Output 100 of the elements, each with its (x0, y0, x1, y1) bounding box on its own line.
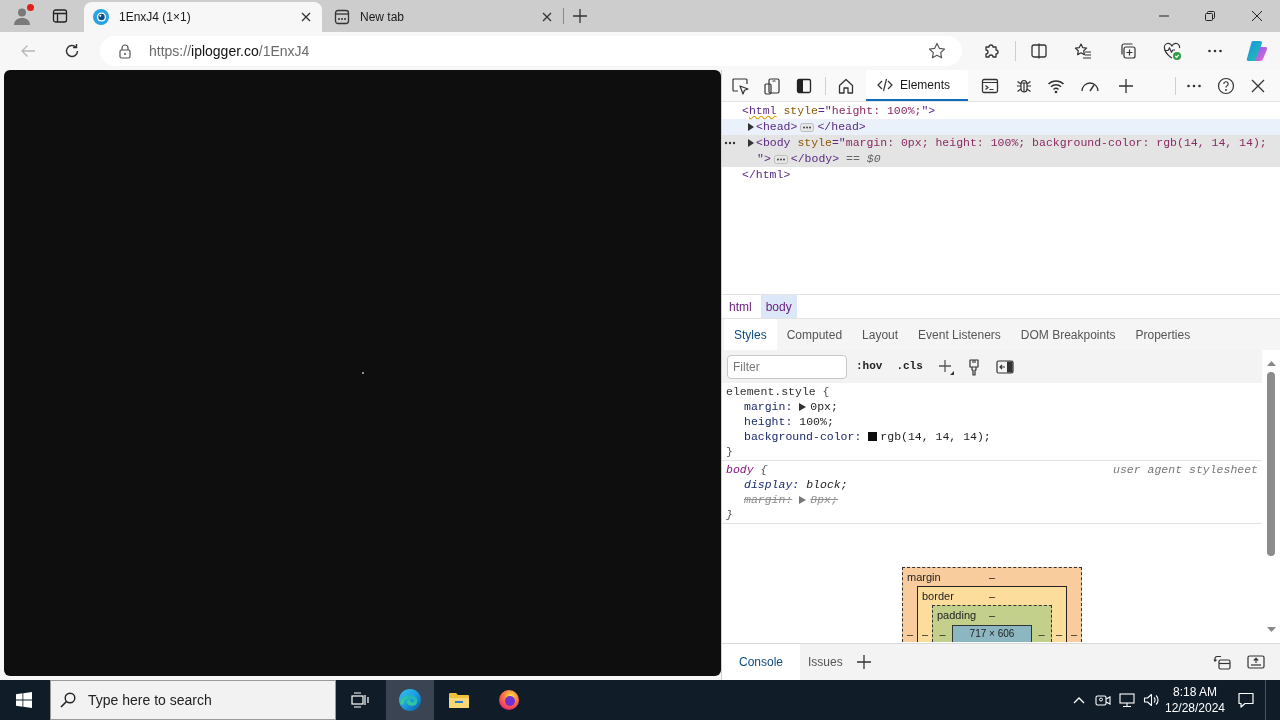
box-model-label: padding (936, 610, 977, 621)
property-name: display: (744, 477, 800, 492)
box-model-value: – (1037, 627, 1046, 642)
expand-triangle-icon[interactable] (747, 123, 755, 131)
inspect-icon[interactable] (731, 76, 749, 95)
dom-tree-row[interactable]: <html style="height: 100%;"> (722, 103, 1280, 119)
box-model-value: – (988, 610, 996, 621)
monitor-icon[interactable] (1119, 692, 1135, 708)
split-screen-icon[interactable] (1030, 42, 1048, 60)
sidebar-tab[interactable]: DOM Breakpoints (1010, 319, 1126, 350)
lock-icon[interactable] (117, 43, 133, 59)
box-model-value: – (988, 571, 996, 583)
rule-selector: element.style { (726, 384, 830, 399)
chevron-up-icon[interactable] (1073, 696, 1085, 704)
browser-tab[interactable]: 1EnxJ4 (1×1) (84, 2, 322, 32)
devices-icon[interactable] (763, 76, 781, 95)
help-icon[interactable] (1217, 76, 1235, 95)
sidebar-tab[interactable]: Styles (724, 319, 777, 350)
new-tab-plus-icon[interactable] (573, 9, 587, 23)
toggle-button[interactable]: :hov (856, 358, 883, 375)
camera-icon[interactable] (1095, 692, 1111, 708)
sidebar-tab[interactable]: Properties (1125, 319, 1201, 350)
terminal-icon[interactable] (981, 76, 999, 95)
box-model-value: – (1069, 627, 1079, 642)
box-model-value: – (938, 627, 947, 642)
box-model-value: – (905, 627, 915, 642)
refresh-icon[interactable] (64, 43, 80, 59)
clock-date[interactable]: 12/28/2024 (1164, 700, 1226, 716)
restore-icon[interactable] (1205, 11, 1215, 21)
sidebar-tab[interactable]: Layout (852, 319, 909, 350)
close-icon[interactable] (1251, 78, 1265, 93)
dock-side-icon[interactable] (796, 77, 812, 94)
close-icon[interactable] (301, 12, 311, 22)
curved-arrow-box-icon[interactable] (1213, 654, 1231, 670)
collections-icon[interactable] (1119, 42, 1137, 60)
scroll-down-icon[interactable] (1266, 627, 1276, 633)
heart-check-icon[interactable] (1162, 41, 1182, 61)
browser-tab[interactable]: New tab (325, 2, 563, 32)
profile-icon[interactable] (12, 6, 32, 26)
task-view-icon[interactable] (351, 692, 369, 708)
more-actions-icon[interactable] (724, 141, 736, 145)
sidebar-toggle-icon[interactable] (995, 359, 1014, 374)
notification-icon[interactable] (1237, 691, 1255, 709)
scroll-up-icon[interactable] (1266, 360, 1276, 366)
property-name: height: (744, 414, 793, 429)
search-icon (60, 692, 76, 708)
folder-icon (448, 691, 470, 709)
notification-dot-icon (27, 4, 34, 11)
close-icon[interactable] (1251, 11, 1262, 21)
property-value: 8px; (810, 492, 838, 507)
dom-tree-row[interactable]: <head> </head> (722, 119, 1280, 135)
breadcrumb[interactable]: body (760, 295, 797, 318)
toggle-button[interactable]: .cls (896, 358, 923, 375)
sidebar-tab[interactable]: Event Listeners (908, 319, 1011, 350)
sidebar-tab[interactable]: Computed (776, 319, 853, 350)
clock-time[interactable]: 8:18 AM (1173, 684, 1217, 700)
address-field[interactable]: https://iplogger.co/1EnxJ4 (100, 36, 962, 66)
plus-icon[interactable] (1119, 78, 1133, 93)
search-field[interactable]: Type here to search (50, 680, 336, 720)
brush-icon[interactable] (967, 357, 980, 376)
tab-actions-icon[interactable] (52, 8, 68, 24)
property-name: margin: (744, 399, 793, 414)
ellipsis-icon[interactable] (800, 122, 815, 132)
box-model-value: – (920, 627, 930, 642)
box-model-value: – (1054, 627, 1064, 642)
ellipsis-icon[interactable] (773, 154, 788, 164)
panel-tab[interactable]: Elements (866, 70, 968, 101)
filter-field[interactable]: Filter (727, 354, 847, 379)
property-value: 0px; (810, 399, 838, 414)
favorites-icon[interactable] (1074, 42, 1092, 60)
plus-icon[interactable] (856, 655, 871, 669)
close-icon[interactable] (542, 12, 552, 22)
property-name: margin: (744, 492, 793, 507)
dom-tree-row[interactable]: <body style="margin: 0px; height: 100%; background-color: rgb(14, 14, 14); "> </body> == $0 (722, 135, 1280, 167)
breadcrumb[interactable]: html (724, 295, 757, 318)
home-icon[interactable] (837, 76, 855, 95)
rule-source: user agent stylesheet (1113, 462, 1258, 477)
property-value: 100%; (799, 414, 834, 429)
content-box: 717 × 606 (952, 625, 1032, 642)
expand-triangle-icon[interactable] (799, 402, 807, 411)
new-rule-plus-icon[interactable] (936, 357, 955, 376)
puzzle-icon[interactable] (982, 42, 1000, 60)
up-arrow-box-icon[interactable] (1247, 655, 1265, 669)
speaker-icon[interactable] (1143, 692, 1159, 708)
drawer-tab[interactable]: Console (722, 644, 801, 680)
box-model-label: margin (906, 571, 941, 583)
expand-triangle-icon[interactable] (747, 139, 755, 147)
logo-icon[interactable] (1245, 39, 1269, 63)
color-swatch-icon[interactable] (868, 432, 878, 441)
property-value: rgb(14, 14, 14); (880, 429, 991, 444)
scrollbar-thumb[interactable] (1267, 372, 1275, 556)
windows-logo-icon[interactable] (16, 692, 32, 708)
code-icon (877, 76, 893, 93)
page-icon (334, 9, 350, 25)
property-name: background-color: (744, 429, 862, 444)
box-model-label: border (921, 590, 954, 602)
star-icon[interactable] (928, 42, 946, 60)
drawer-tab[interactable]: Issues (800, 644, 851, 680)
dom-tree-row[interactable]: </html> (722, 167, 1280, 183)
rule-selector: body { (726, 462, 768, 477)
